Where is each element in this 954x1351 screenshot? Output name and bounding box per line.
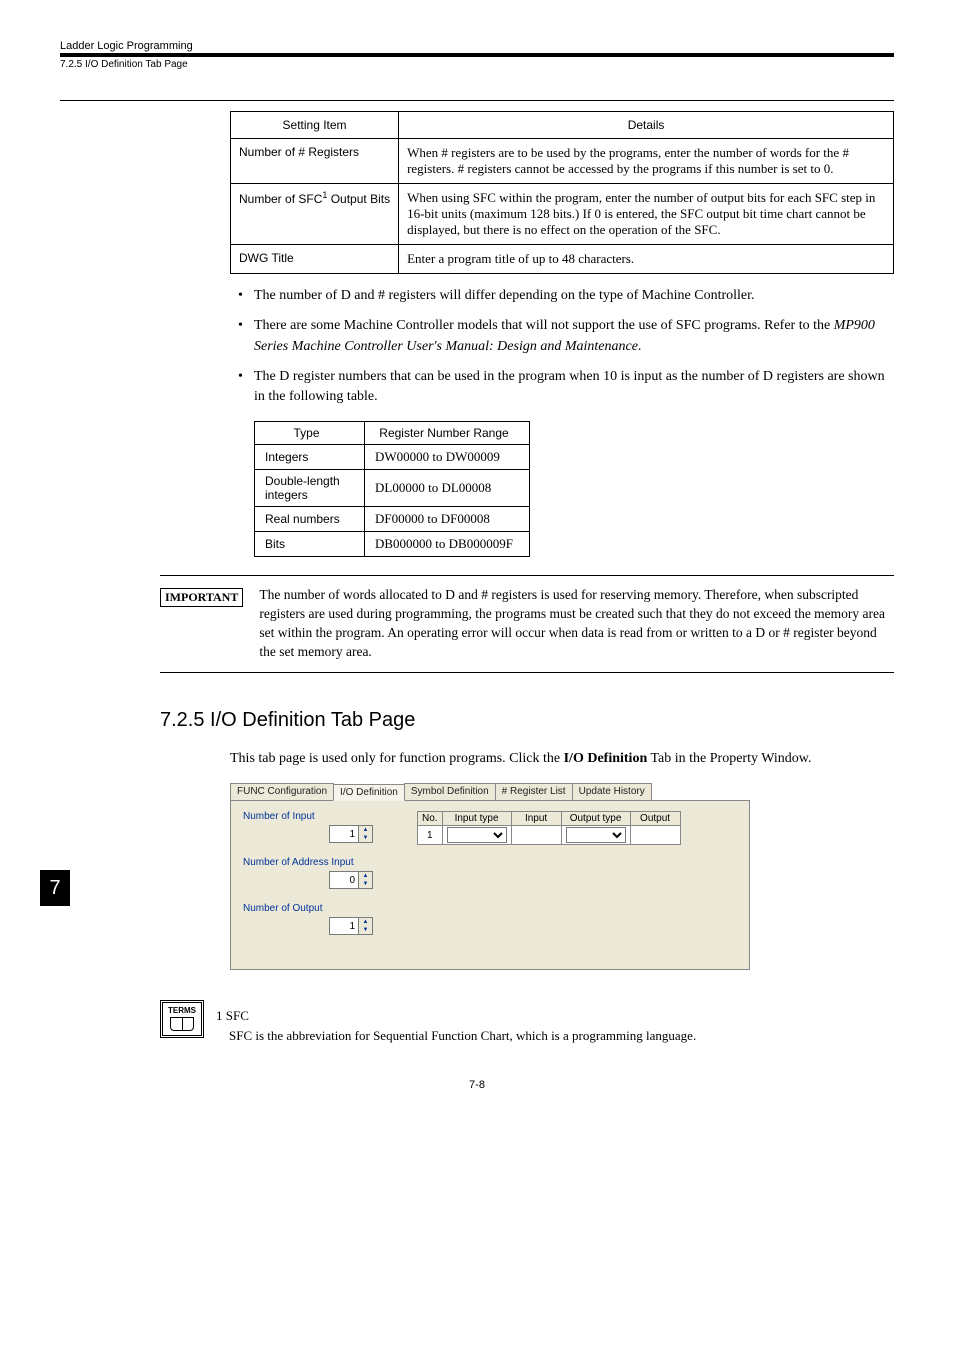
address-input-label: Number of Address Input xyxy=(243,857,403,868)
number-of-input-field: Number of Input ▲▼ xyxy=(243,811,403,843)
output-label: Number of Output xyxy=(243,903,403,914)
tab-func-configuration[interactable]: FUNC Configuration xyxy=(230,783,334,800)
number-of-input-value[interactable] xyxy=(330,826,358,842)
setting-header-item: Setting Item xyxy=(231,112,399,139)
terms-icon: TERMS xyxy=(160,1000,204,1038)
important-text: The number of words allocated to D and #… xyxy=(259,586,894,662)
number-of-address-value[interactable] xyxy=(330,872,358,888)
number-of-input-spinner[interactable]: ▲▼ xyxy=(329,825,373,843)
spinner-down-icon[interactable]: ▼ xyxy=(359,834,372,842)
spinner-down-icon[interactable]: ▼ xyxy=(359,880,372,888)
mini-output-type-cell xyxy=(561,826,630,845)
number-of-address-spinner[interactable]: ▲▼ xyxy=(329,871,373,889)
spinner-up-icon[interactable]: ▲ xyxy=(359,872,372,880)
tab-update-history[interactable]: Update History xyxy=(572,783,652,800)
spinner-down-icon[interactable]: ▼ xyxy=(359,926,372,934)
tab-register-list[interactable]: # Register List xyxy=(495,783,573,800)
section-paragraph: This tab page is used only for function … xyxy=(230,748,894,769)
list-item: The D register numbers that can be used … xyxy=(244,367,894,408)
running-header-section: 7.2.5 I/O Definition Tab Page xyxy=(60,55,894,101)
reg-header-type: Type xyxy=(255,422,365,445)
setting-table: Setting Item Details Number of # Registe… xyxy=(230,111,894,274)
important-callout: IMPORTANT The number of words allocated … xyxy=(160,575,894,673)
terms-footnote: 1 SFC SFC is the abbreviation for Sequen… xyxy=(216,1006,696,1045)
setting-item-details: When # registers are to be used by the p… xyxy=(399,139,894,184)
table-row: Number of SFC1 Output Bits When using SF… xyxy=(231,184,894,245)
book-icon xyxy=(170,1017,194,1031)
setting-item-label: Number of # Registers xyxy=(231,139,399,184)
mini-row-no: 1 xyxy=(418,826,443,845)
mini-input-type-cell xyxy=(442,826,511,845)
setting-item-details: When using SFC within the program, enter… xyxy=(399,184,894,245)
chapter-side-tab: 7 xyxy=(40,870,70,906)
table-row: IntegersDW00000 to DW00009 xyxy=(255,445,530,470)
setting-item-label: DWG Title xyxy=(231,245,399,274)
bullet-list: The number of D and # registers will dif… xyxy=(230,286,894,407)
mini-header-input: Input xyxy=(511,812,561,826)
table-row: Number of # Registers When # registers a… xyxy=(231,139,894,184)
table-row: 1 xyxy=(418,826,681,845)
table-row: Real numbersDF00000 to DF00008 xyxy=(255,507,530,532)
setting-item-label: Number of SFC1 Output Bits xyxy=(231,184,399,245)
register-range-table: Type Register Number Range IntegersDW000… xyxy=(254,421,530,557)
setting-item-details: Enter a program title of up to 48 charac… xyxy=(399,245,894,274)
list-item: There are some Machine Controller models… xyxy=(244,316,894,357)
mini-header-input-type: Input type xyxy=(442,812,511,826)
important-tag: IMPORTANT xyxy=(160,588,243,607)
output-type-select[interactable] xyxy=(566,827,626,843)
terms-icon-label: TERMS xyxy=(168,1007,196,1015)
spinner-up-icon[interactable]: ▲ xyxy=(359,918,372,926)
mini-header-output-type: Output type xyxy=(561,812,630,826)
mini-output-cell[interactable] xyxy=(630,826,680,845)
section-heading: 7.2.5 I/O Definition Tab Page xyxy=(160,709,894,732)
tab-io-definition[interactable]: I/O Definition xyxy=(333,784,405,801)
number-of-address-input-field: Number of Address Input ▲▼ xyxy=(243,857,403,889)
table-row: DWG Title Enter a program title of up to… xyxy=(231,245,894,274)
setting-header-details: Details xyxy=(399,112,894,139)
io-mini-table: No. Input type Input Output type Output … xyxy=(417,811,681,845)
number-of-output-field: Number of Output ▲▼ xyxy=(243,903,403,935)
table-row: Double-length integersDL00000 to DL00008 xyxy=(255,470,530,507)
spinner-up-icon[interactable]: ▲ xyxy=(359,826,372,834)
mini-header-no: No. xyxy=(418,812,443,826)
list-item: The number of D and # registers will dif… xyxy=(244,286,894,306)
io-definition-panel: FUNC Configuration I/O Definition Symbol… xyxy=(230,783,750,970)
mini-input-cell[interactable] xyxy=(511,826,561,845)
input-label: Number of Input xyxy=(243,811,403,822)
page-number: 7-8 xyxy=(60,1079,894,1091)
input-type-select[interactable] xyxy=(447,827,507,843)
number-of-output-spinner[interactable]: ▲▼ xyxy=(329,917,373,935)
reg-header-range: Register Number Range xyxy=(365,422,530,445)
running-header-chapter: Ladder Logic Programming xyxy=(60,40,894,52)
table-row: BitsDB000000 to DB000009F xyxy=(255,532,530,557)
number-of-output-value[interactable] xyxy=(330,918,358,934)
tab-strip: FUNC Configuration I/O Definition Symbol… xyxy=(230,783,750,800)
tab-symbol-definition[interactable]: Symbol Definition xyxy=(404,783,496,800)
mini-header-output: Output xyxy=(630,812,680,826)
